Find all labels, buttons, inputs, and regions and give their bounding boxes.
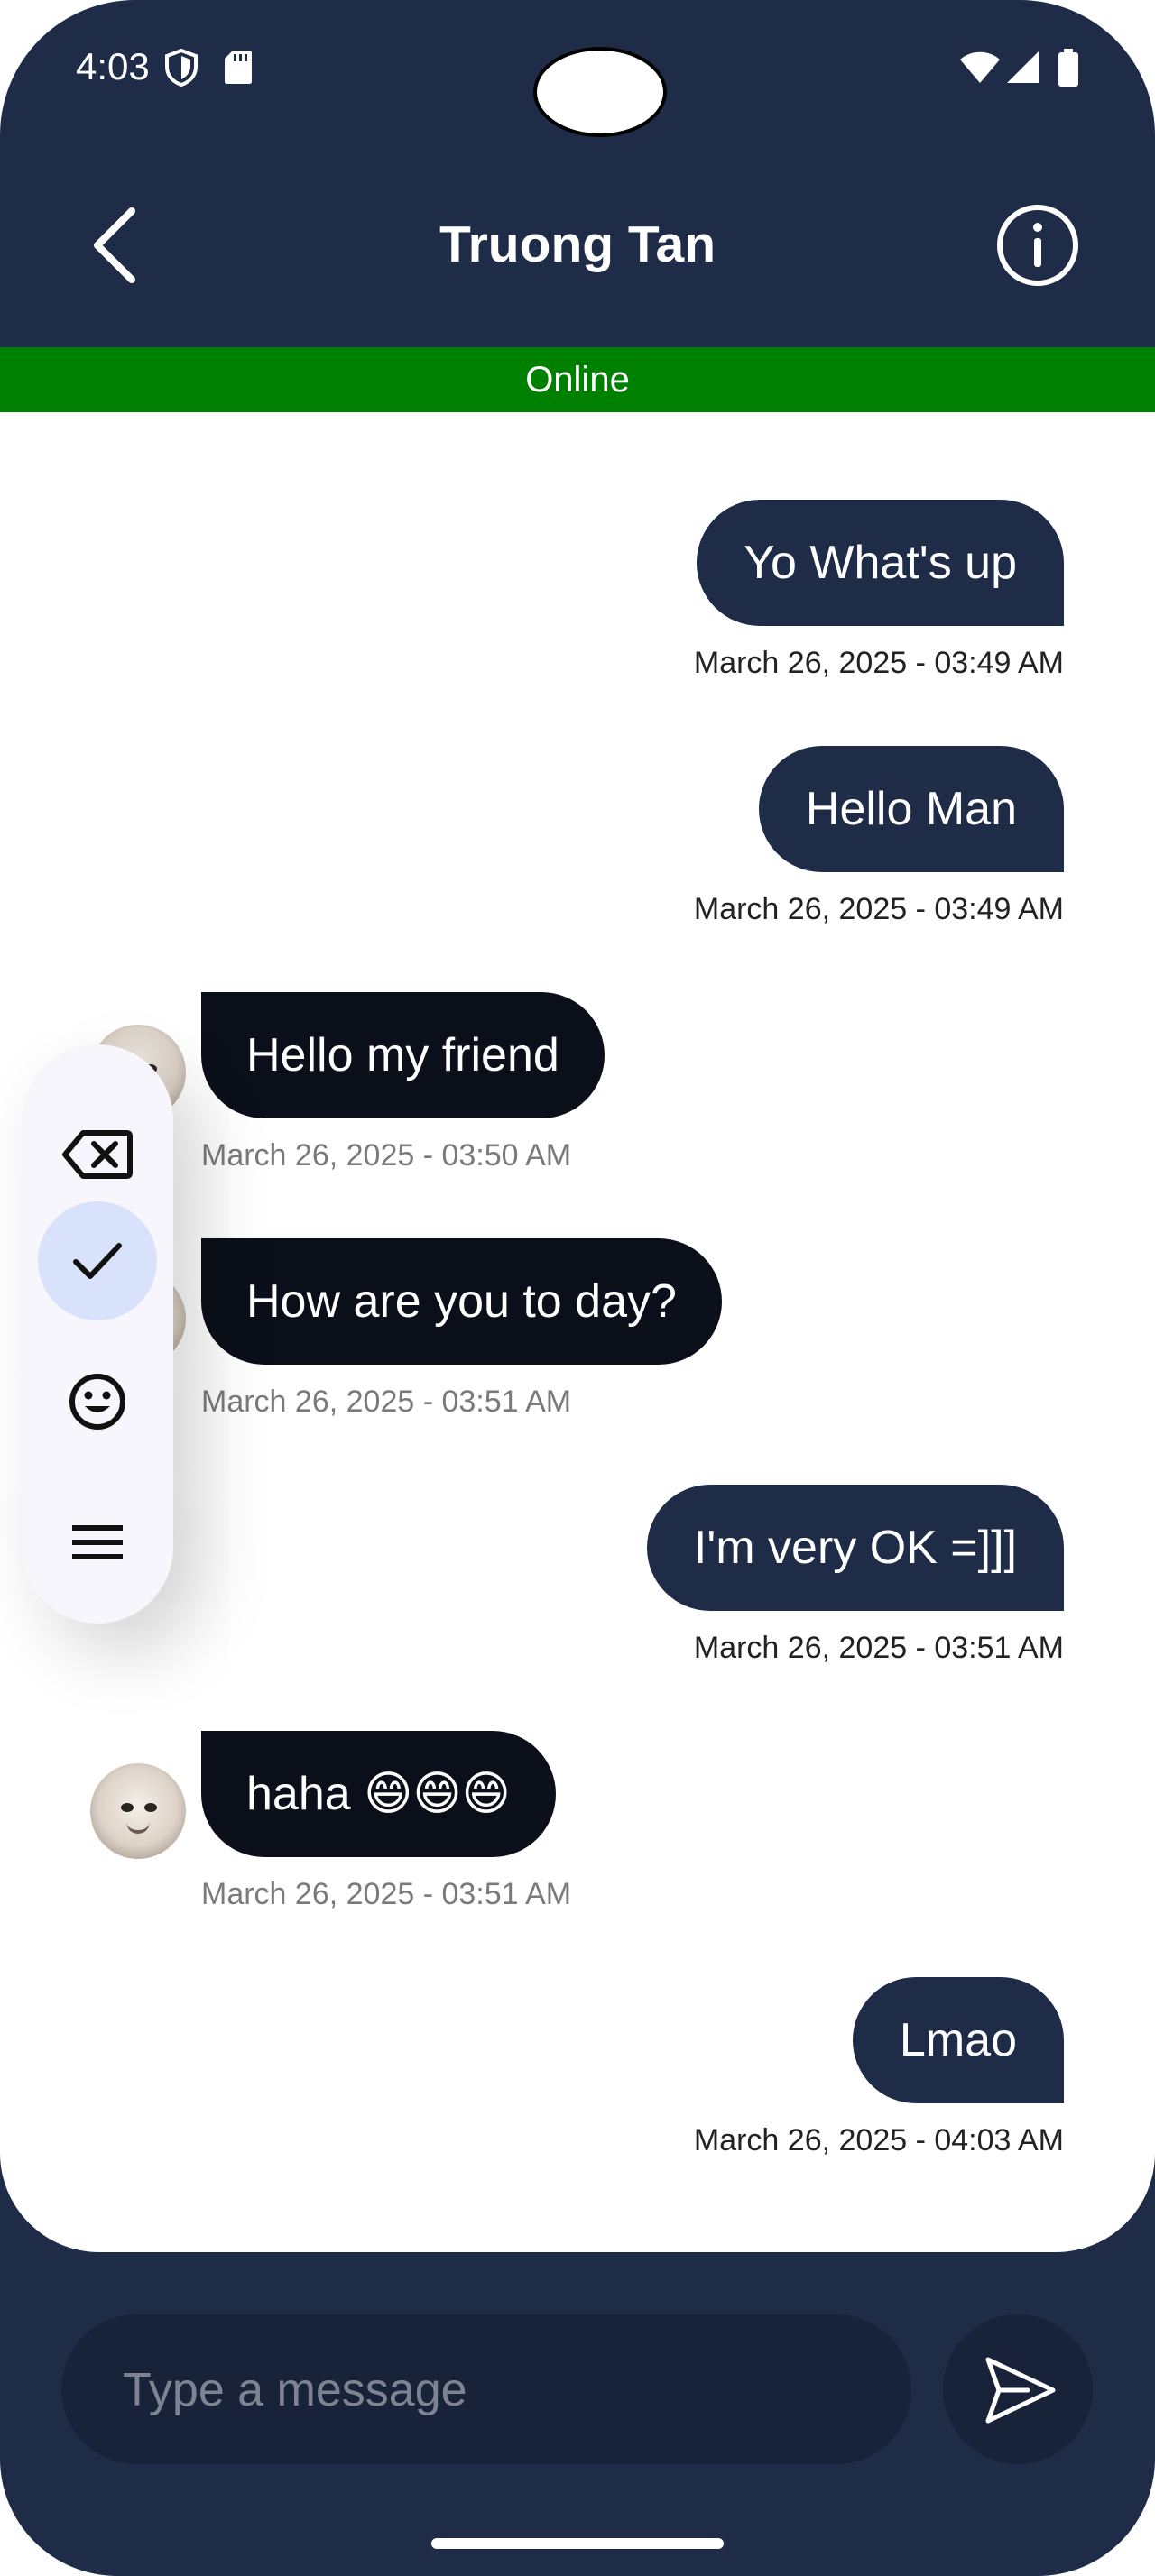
front-camera	[533, 47, 667, 137]
message-timestamp: March 26, 2025 - 03:50 AM	[201, 1138, 572, 1173]
home-indicator[interactable]	[431, 2538, 724, 2549]
message-incoming: haha 😄😄😄 March 26, 2025 - 03:51 AM	[0, 1731, 1155, 1911]
info-icon[interactable]	[994, 202, 1081, 289]
message-timestamp: March 26, 2025 - 04:03 AM	[693, 2123, 1064, 2157]
message-input[interactable]	[121, 2314, 882, 2466]
menu-button[interactable]	[38, 1483, 157, 1602]
message-bubble[interactable]: Yo What's up	[697, 500, 1064, 626]
message-bubble[interactable]: haha 😄😄😄	[201, 1731, 556, 1857]
message-bubble[interactable]: How are you to day?	[201, 1238, 722, 1365]
emoji-icon	[69, 1374, 125, 1430]
message-outgoing: Yo What's up March 26, 2025 - 03:49 AM	[0, 500, 1155, 680]
sd-card-icon	[225, 51, 252, 84]
message-outgoing: Lmao March 26, 2025 - 04:03 AM	[0, 1977, 1155, 2157]
message-incoming: How are you to day? March 26, 2025 - 03:…	[0, 1238, 1155, 1419]
message-bubble[interactable]: Hello my friend	[201, 992, 605, 1118]
message-outgoing: Hello Man March 26, 2025 - 03:49 AM	[0, 746, 1155, 926]
wifi-icon	[960, 51, 1000, 83]
contact-name: Truong Tan	[439, 216, 716, 273]
menu-icon	[72, 1525, 123, 1559]
message-outgoing: I'm very OK =]]] March 26, 2025 - 03:51 …	[0, 1485, 1155, 1665]
message-bubble[interactable]: Lmao	[852, 1977, 1064, 2103]
message-composer	[61, 2314, 911, 2466]
signal-icon	[1007, 51, 1040, 83]
message-timestamp: March 26, 2025 - 03:51 AM	[693, 1631, 1064, 1665]
shield-icon	[165, 49, 198, 87]
message-timestamp: March 26, 2025 - 03:51 AM	[201, 1385, 572, 1419]
status-time: 4:03	[76, 45, 150, 87]
check-icon	[73, 1243, 122, 1279]
avatar[interactable]	[90, 1763, 186, 1859]
floating-toolbar	[22, 1044, 173, 1624]
message-incoming: Hello my friend March 26, 2025 - 03:50 A…	[0, 992, 1155, 1173]
message-timestamp: March 26, 2025 - 03:49 AM	[693, 646, 1064, 680]
message-bubble[interactable]: I'm very OK =]]]	[646, 1485, 1064, 1611]
message-list[interactable]: Yo What's up March 26, 2025 - 03:49 AM H…	[0, 412, 1155, 2252]
message-bubble[interactable]: Hello Man	[758, 746, 1064, 872]
confirm-button[interactable]	[38, 1201, 157, 1320]
send-icon	[985, 2357, 1056, 2424]
backspace-button[interactable]	[38, 1095, 157, 1214]
status-bar: 4:03	[0, 0, 1155, 144]
emoji-button[interactable]	[38, 1342, 157, 1461]
message-timestamp: March 26, 2025 - 03:49 AM	[693, 892, 1064, 926]
online-status-bar: Online	[0, 347, 1155, 412]
message-timestamp: March 26, 2025 - 03:51 AM	[201, 1877, 572, 1911]
send-button[interactable]	[943, 2314, 1093, 2464]
chat-header: Truong Tan	[0, 144, 1155, 347]
battery-icon	[1058, 49, 1078, 87]
backspace-icon	[62, 1130, 133, 1179]
phone-frame: 4:03 Truong Tan Online Yo What's up Marc…	[0, 0, 1155, 2576]
